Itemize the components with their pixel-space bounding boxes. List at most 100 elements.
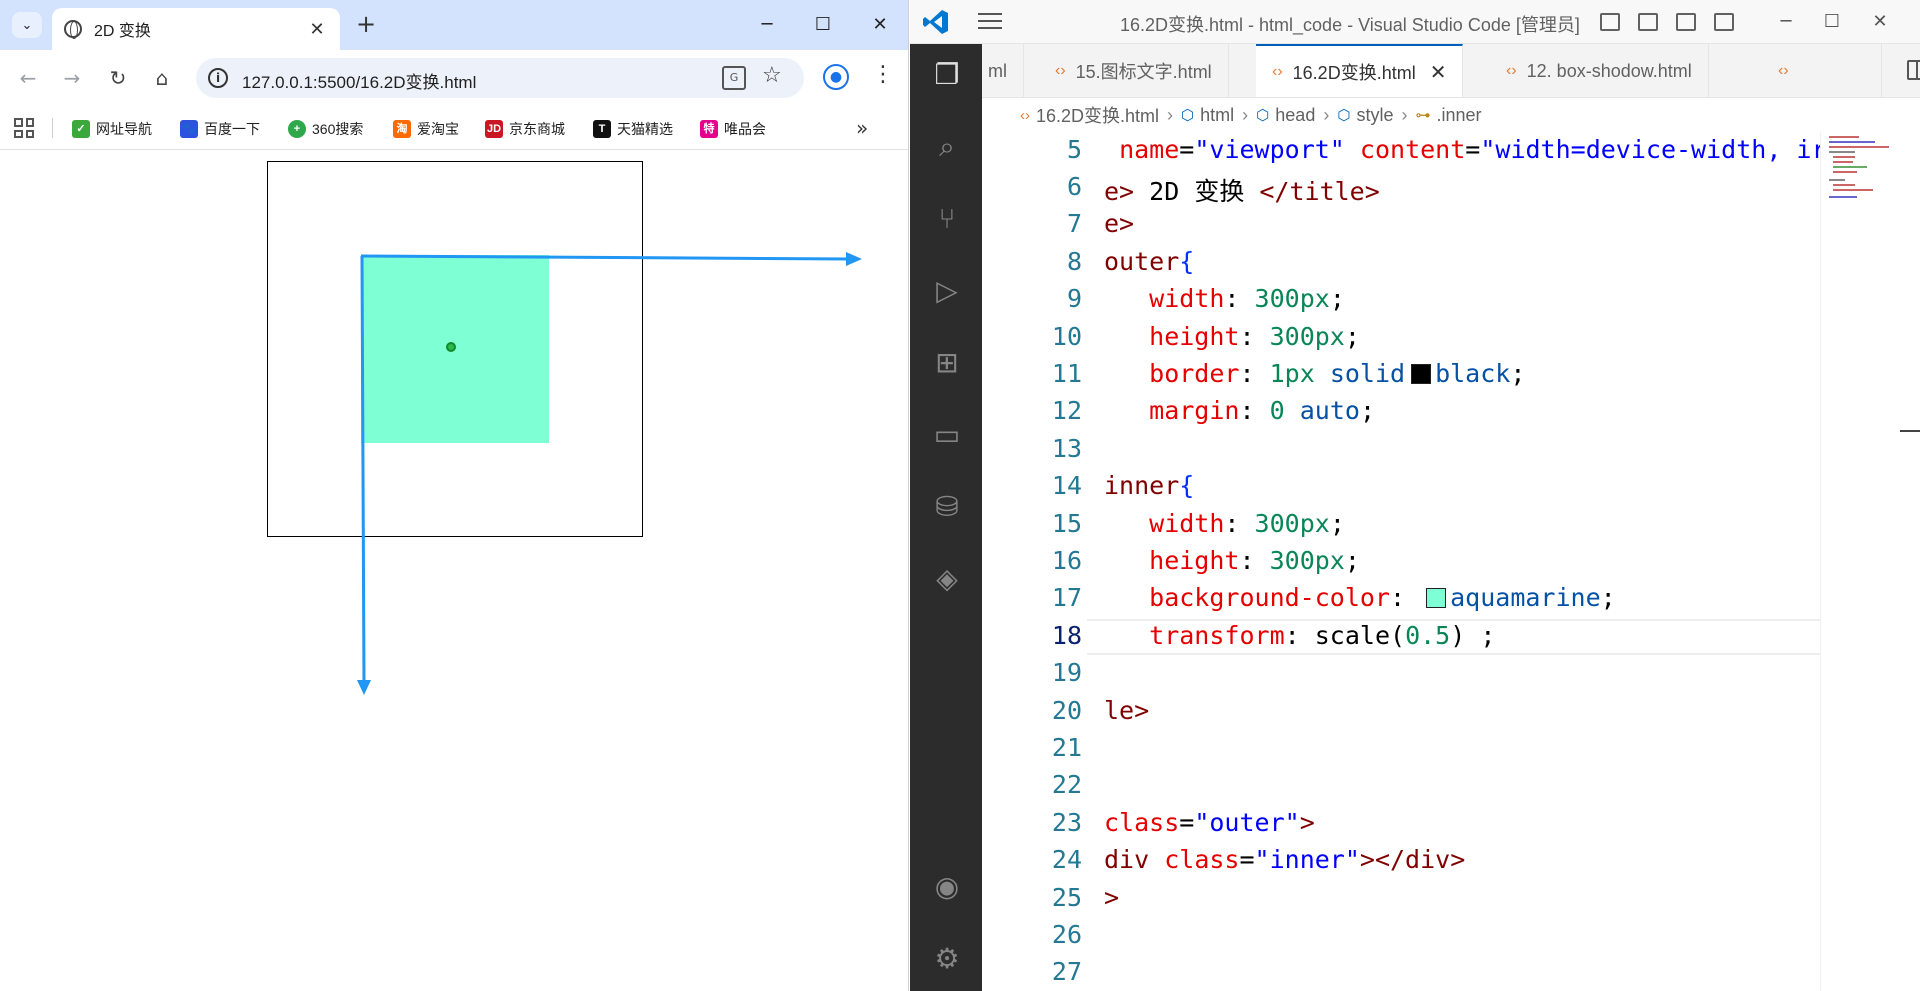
home-button[interactable]: ⌂ — [146, 62, 178, 94]
bookmark-star-icon[interactable]: ☆ — [762, 63, 782, 88]
account-icon[interactable]: ◉ — [930, 870, 964, 904]
jd-icon: JD — [485, 120, 503, 138]
page-viewport — [0, 151, 908, 991]
color-swatch-black[interactable] — [1411, 364, 1432, 384]
line-number: 5 — [1066, 135, 1082, 164]
bookmarks-overflow-icon[interactable]: » — [856, 116, 868, 140]
toggle-panel-icon[interactable] — [1638, 13, 1658, 31]
vscode-minimize-button[interactable]: ─ — [1766, 8, 1806, 36]
breadcrumb-item[interactable]: ⬡ style — [1337, 105, 1393, 126]
line-number: 15 — [1051, 509, 1082, 538]
source-control-icon[interactable]: ⑂ — [930, 202, 964, 236]
customize-layout-icon[interactable] — [1714, 13, 1734, 31]
line-number: 10 — [1051, 322, 1082, 351]
breadcrumb-item[interactable]: ⊶ .inner — [1415, 105, 1481, 126]
taobao-icon: 淘 — [393, 120, 411, 138]
address-bar[interactable]: i 127.0.0.1:5500/16.2D变换.html G ☆ — [196, 58, 804, 98]
vscode-window: 16.2D变换.html - html_code - Visual Studio… — [910, 0, 1920, 991]
html-file-icon: ‹› — [1055, 62, 1066, 79]
browser-tab-title: 2D 变换 — [94, 23, 151, 40]
code-editor[interactable]: 5 6 7 8 9 10 11 12 13 14 15 16 17 18 19 … — [982, 132, 1920, 991]
symbol-class-icon: ⊶ — [1415, 107, 1431, 124]
layers-icon[interactable]: ◈ — [930, 562, 964, 596]
browser-toolbar: ← → ↻ ⌂ i 127.0.0.1:5500/16.2D变换.html G … — [0, 50, 908, 106]
translate-icon[interactable]: G — [722, 66, 746, 90]
bookmark-item[interactable]: T 天猫精选 — [593, 118, 673, 140]
breadcrumb-item[interactable]: ‹› 16.2D变换.html — [1020, 102, 1159, 128]
tab-search-button[interactable]: ⌄ — [12, 12, 42, 38]
breadcrumb: ‹› 16.2D变换.html › ⬡ html › ⬡ head › ⬡ style … — [982, 98, 1920, 132]
line-number: 21 — [1051, 733, 1082, 762]
close-window-button[interactable]: ✕ — [860, 10, 900, 40]
line-number: 16 — [1051, 546, 1082, 575]
close-tab-icon[interactable]: ✕ — [1430, 60, 1447, 85]
remote-explorer-icon[interactable]: ▭ — [930, 418, 964, 452]
browser-tab-active[interactable]: 2D 变换 ✕ — [52, 8, 340, 50]
bookmark-item[interactable]: 特唯品会 — [700, 118, 766, 140]
new-tab-button[interactable]: + — [352, 12, 380, 38]
profile-icon[interactable]: ● — [823, 64, 849, 90]
reload-button[interactable]: ↻ — [102, 62, 134, 94]
bookmark-separator — [52, 118, 53, 138]
extensions-icon[interactable]: ⊞ — [930, 346, 964, 380]
line-number: 6 — [1066, 172, 1082, 201]
vscode-close-button[interactable]: ✕ — [1860, 8, 1900, 36]
minimize-button[interactable]: ─ — [747, 10, 787, 40]
editor-tab-overflow[interactable]: ‹› — [1762, 44, 1882, 97]
run-debug-icon[interactable]: ▷ — [930, 274, 964, 308]
line-number: 17 — [1051, 583, 1082, 612]
line-number-current: 18 — [1051, 621, 1082, 650]
vip-icon: 特 — [700, 120, 718, 138]
html-file-icon: ‹› — [1020, 106, 1030, 124]
bookmark-item[interactable]: 🐾 百度一下 — [180, 118, 260, 140]
close-tab-icon[interactable]: ✕ — [306, 19, 328, 40]
split-editor-icon[interactable] — [1907, 60, 1920, 80]
chevron-right-icon: › — [1401, 104, 1408, 125]
line-number: 11 — [1051, 359, 1082, 388]
line-number: 19 — [1051, 658, 1082, 687]
hamburger-menu-icon[interactable] — [978, 10, 1002, 32]
bookmarks-bar: ✓ 网址导航 🐾 百度一下 +360搜索 淘爱淘宝 JD 京东商城 T 天猫精选 特唯品… — [0, 106, 908, 150]
breadcrumb-item[interactable]: ⬡ head — [1256, 105, 1315, 126]
html-file-icon: ‹› — [1272, 63, 1283, 80]
line-number: 25 — [1051, 883, 1082, 912]
back-button[interactable]: ← — [12, 62, 44, 94]
database-icon[interactable]: ⛁ — [930, 490, 964, 524]
editor-tab[interactable]: ml — [982, 44, 1024, 97]
editor-tab[interactable]: ‹› 12. box-shodow.html — [1490, 44, 1709, 97]
toggle-primary-sidebar-icon[interactable] — [1600, 13, 1620, 31]
y-axis-arrow-head — [357, 680, 371, 695]
editor-tab[interactable]: ‹› 15.图标文字.html — [1039, 44, 1229, 97]
html-file-icon: ‹› — [1506, 62, 1517, 79]
vscode-logo-icon — [923, 10, 948, 34]
window-title: 16.2D变换.html - html_code - Visual Studio… — [1120, 15, 1580, 35]
color-swatch-aquamarine[interactable] — [1426, 588, 1447, 608]
toggle-secondary-sidebar-icon[interactable] — [1676, 13, 1696, 31]
code-line-25: > — [1104, 883, 1120, 912]
search-icon[interactable]: ⌕ — [930, 130, 964, 164]
settings-gear-icon[interactable]: ⚙ — [930, 942, 964, 976]
breadcrumb-item[interactable]: ⬡ html — [1181, 105, 1234, 126]
forward-button[interactable]: → — [56, 62, 88, 94]
activity-bar: ❐ ⌕ ⑂ ▷ ⊞ ▭ ⛁ ◈ ◉ ⚙ — [910, 44, 982, 991]
site-info-icon[interactable]: i — [208, 68, 228, 88]
bookmark-item[interactable]: +360搜索 — [288, 118, 363, 140]
minimap[interactable] — [1820, 132, 1920, 991]
code-line-12: margin: 0 auto; — [1149, 396, 1375, 425]
line-number: 26 — [1051, 920, 1082, 949]
html-file-icon: ‹› — [1778, 62, 1789, 79]
explorer-icon[interactable]: ❐ — [930, 58, 964, 92]
editor-tab-active[interactable]: ‹› 16.2D变换.html ✕ — [1256, 44, 1464, 97]
bookmark-item[interactable]: 淘爱淘宝 — [393, 118, 459, 140]
bookmark-item[interactable]: ✓ 网址导航 — [72, 118, 152, 140]
maximize-button[interactable]: ☐ — [803, 10, 843, 40]
x-axis-arrow-head — [846, 252, 862, 266]
bookmark-item[interactable]: JD 京东商城 — [485, 118, 565, 140]
line-number: 7 — [1066, 209, 1082, 238]
more-menu-icon[interactable]: ⋮ — [872, 62, 894, 87]
line-number: 13 — [1051, 434, 1082, 463]
line-number: 24 — [1051, 845, 1082, 874]
transform-origin-dot — [446, 342, 456, 352]
apps-grid-icon[interactable] — [14, 118, 34, 138]
vscode-maximize-button[interactable]: ☐ — [1812, 8, 1852, 36]
